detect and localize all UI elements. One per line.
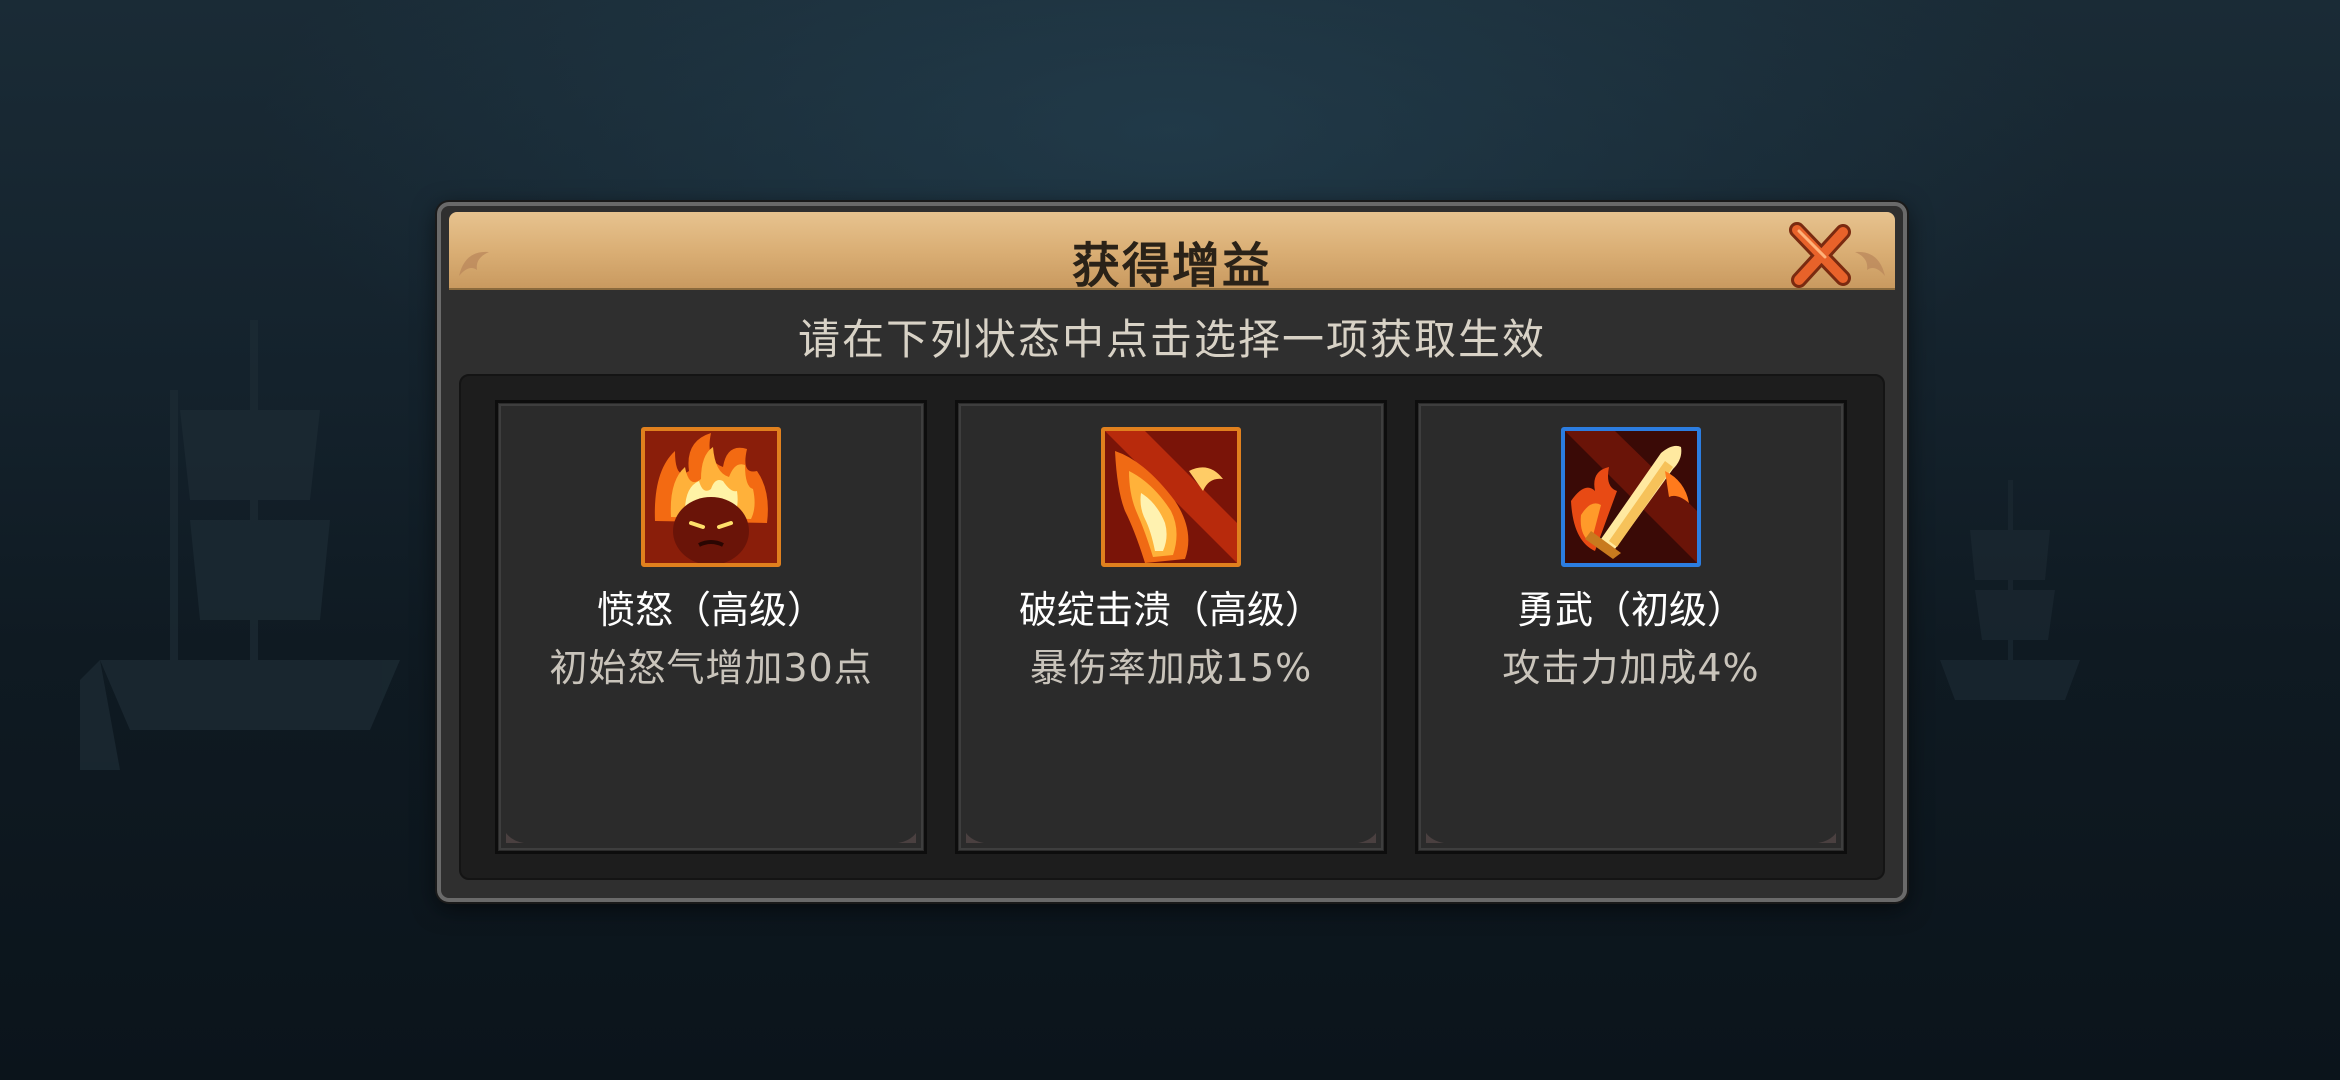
buff-name: 破绽击溃（高级） <box>1018 588 1323 632</box>
buff-description: 暴伤率加成15% <box>1029 646 1313 690</box>
close-icon[interactable] <box>1785 220 1855 290</box>
buff-option-card-valor[interactable]: 勇武（初级） 攻击力加成4% <box>1415 400 1847 854</box>
buff-option-card-rage[interactable]: 愤怒（高级） 初始怒气增加30点 <box>495 400 927 854</box>
buff-options-container: 愤怒（高级） 初始怒气增加30点 破绽击溃（高级） 暴伤率加成15% 勇武（初级… <box>459 374 1885 880</box>
dialog-title: 获得增益 <box>1071 238 1272 294</box>
fire-slash-icon <box>1101 427 1241 567</box>
flaming-sword-icon <box>1561 427 1701 567</box>
dialog-instruction: 请在下列状态中点击选择一项获取生效 <box>797 315 1546 364</box>
background-ship-left <box>80 320 400 770</box>
background-ship-right <box>1940 480 2080 700</box>
corner-ornament-icon <box>898 833 916 843</box>
corner-ornament-icon <box>1426 833 1444 843</box>
flaming-face-icon <box>641 427 781 567</box>
corner-ornament-icon <box>506 833 524 843</box>
buff-description: 初始怒气增加30点 <box>549 646 873 690</box>
buff-name: 勇武（初级） <box>1516 588 1745 632</box>
dialog-titlebar: 获得增益 <box>449 212 1895 294</box>
corner-ornament-icon <box>966 833 984 843</box>
buff-option-card-break[interactable]: 破绽击溃（高级） 暴伤率加成15% <box>955 400 1387 854</box>
buff-dialog: 获得增益 请在下列状态中点击选择一项获取生效 愤怒（高级） 初始怒气增加30点 … <box>437 202 1907 902</box>
corner-ornament-icon <box>1358 833 1376 843</box>
buff-name: 愤怒（高级） <box>596 588 825 632</box>
buff-description: 攻击力加成4% <box>1502 646 1760 690</box>
corner-ornament-icon <box>1818 833 1836 843</box>
